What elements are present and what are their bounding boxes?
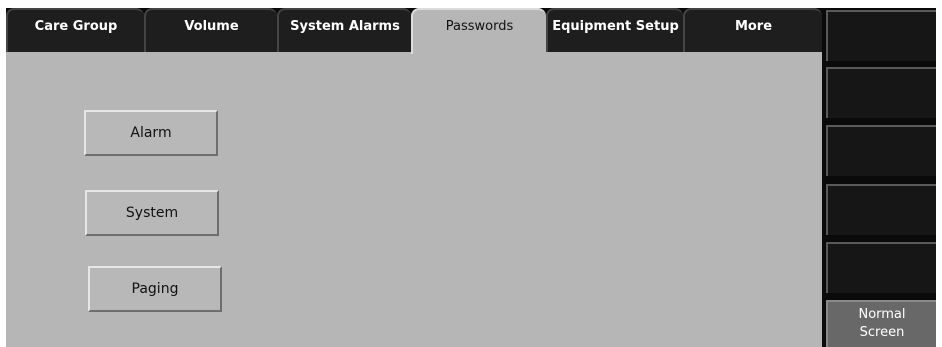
side-button-3[interactable] — [826, 125, 936, 176]
passwords-panel: Alarm System Paging — [6, 52, 822, 347]
normal-screen-button[interactable]: Normal Screen — [826, 300, 936, 347]
tab-equipment-setup[interactable]: Equipment Setup — [546, 8, 683, 52]
monitor-screen: Care Group Volume System Alarms Password… — [6, 8, 936, 347]
side-button-2[interactable] — [826, 67, 936, 118]
side-button-5[interactable] — [826, 242, 936, 293]
system-password-button[interactable]: System — [85, 190, 219, 236]
tab-volume[interactable]: Volume — [144, 8, 277, 52]
side-button-1[interactable] — [826, 10, 936, 61]
normal-screen-label-line2: Screen — [859, 325, 905, 340]
side-button-panel: Normal Screen — [822, 8, 936, 347]
normal-screen-label-line1: Normal — [858, 307, 906, 322]
tab-bar: Care Group Volume System Alarms Password… — [6, 8, 822, 54]
alarm-password-button[interactable]: Alarm — [84, 110, 218, 156]
tab-passwords[interactable]: Passwords — [411, 8, 546, 54]
tab-system-alarms[interactable]: System Alarms — [277, 8, 411, 52]
tab-more[interactable]: More — [683, 8, 822, 52]
side-button-4[interactable] — [826, 184, 936, 235]
paging-password-button[interactable]: Paging — [88, 266, 222, 312]
tab-care-group[interactable]: Care Group — [6, 8, 144, 52]
